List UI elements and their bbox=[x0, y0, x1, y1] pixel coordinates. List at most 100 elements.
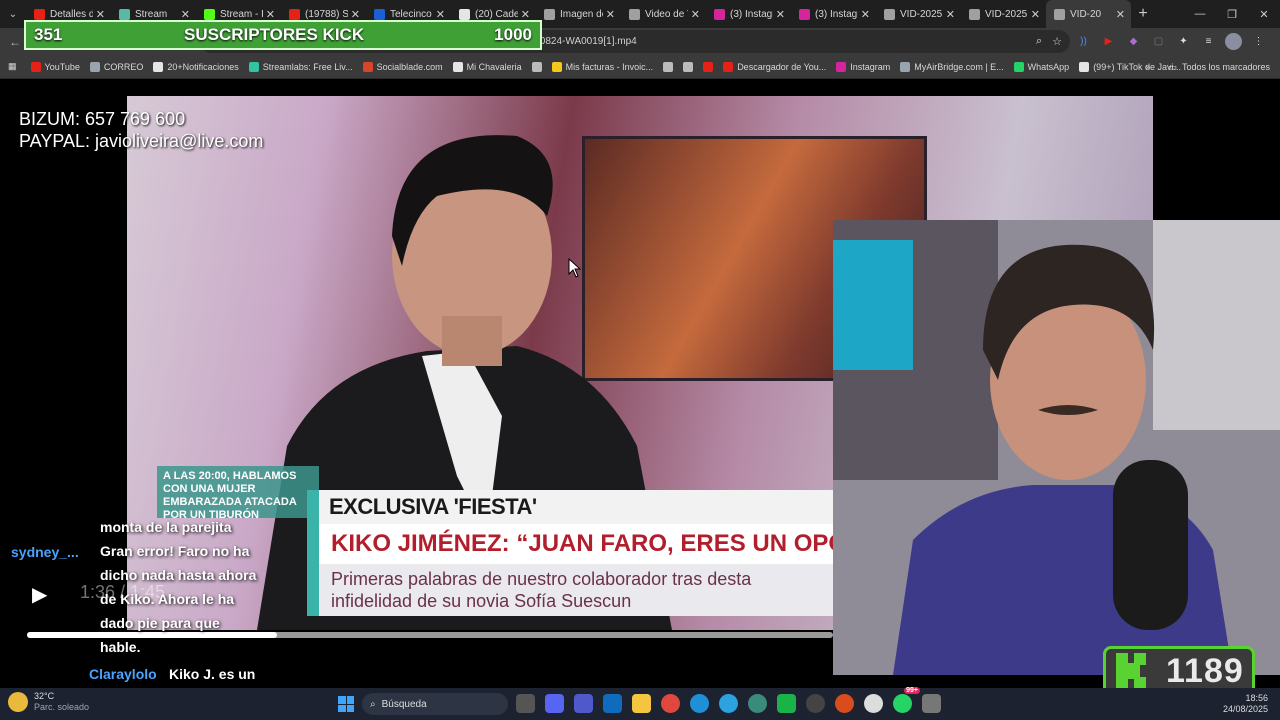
browser-tab[interactable]: Imagen de ✕ bbox=[536, 0, 621, 28]
tab-close-icon[interactable]: ✕ bbox=[96, 8, 105, 21]
app-icon[interactable] bbox=[835, 694, 854, 713]
outlook-icon[interactable] bbox=[603, 694, 622, 713]
tab-close-icon[interactable]: ✕ bbox=[1116, 8, 1125, 21]
mouse-cursor-icon bbox=[568, 258, 582, 278]
bookmark-label: Instagram bbox=[850, 61, 891, 72]
zoom-icon[interactable]: ⌕ bbox=[1036, 35, 1042, 48]
tab-close-icon[interactable]: ✕ bbox=[521, 8, 530, 21]
teams-icon[interactable] bbox=[574, 694, 593, 713]
extension-youtube-icon[interactable]: ▶ bbox=[1100, 33, 1117, 50]
chat-message-line: hable. bbox=[100, 639, 141, 655]
capcut-icon[interactable] bbox=[777, 694, 796, 713]
kick-logo-icon bbox=[1116, 653, 1146, 689]
restore-icon[interactable]: ❐ bbox=[1216, 0, 1248, 28]
discord-icon[interactable] bbox=[545, 694, 564, 713]
tab-close-icon[interactable]: ✕ bbox=[436, 8, 445, 21]
extension-icon[interactable]: ▢ bbox=[1150, 33, 1167, 50]
tab-close-icon[interactable]: ✕ bbox=[181, 8, 190, 21]
bookmark-item[interactable]: YouTube bbox=[30, 61, 80, 72]
tab-close-icon[interactable]: ✕ bbox=[266, 8, 275, 21]
close-window-icon[interactable]: ✕ bbox=[1248, 0, 1280, 28]
tab-favicon-icon bbox=[374, 8, 385, 20]
tab-favicon-icon bbox=[119, 8, 130, 20]
apps-icon[interactable]: ▦ bbox=[8, 61, 17, 72]
media-icon[interactable]: ≡ bbox=[1200, 33, 1217, 50]
bookmark-item[interactable]: MyAirBridge.com | E... bbox=[900, 61, 1004, 72]
browser-tab[interactable]: VID-2025 ✕ bbox=[876, 0, 961, 28]
back-icon[interactable]: ← bbox=[4, 35, 26, 49]
chevron-right-icon[interactable]: » bbox=[1145, 62, 1150, 72]
edge-icon[interactable] bbox=[690, 694, 709, 713]
telegram-icon[interactable] bbox=[719, 694, 738, 713]
app-icon[interactable] bbox=[806, 694, 825, 713]
browser-tab[interactable]: (3) Instagr ✕ bbox=[791, 0, 876, 28]
bookmark-label: Descargador de You... bbox=[737, 61, 827, 72]
bookmark-star-icon[interactable]: ☆ bbox=[1052, 35, 1062, 48]
whatsapp-icon[interactable]: 99+ bbox=[893, 687, 920, 713]
bookmark-favicon-icon bbox=[452, 61, 463, 72]
chrome-icon[interactable] bbox=[661, 694, 680, 713]
task-view-icon[interactable] bbox=[516, 694, 535, 713]
chat-message-line: de Kiko. Ahora le ha bbox=[100, 591, 235, 607]
file-explorer-icon[interactable] bbox=[632, 694, 651, 713]
bookmark-favicon-icon bbox=[153, 61, 164, 72]
chat-message-line: Kiko J. es un bbox=[169, 666, 256, 682]
bookmark-favicon-icon bbox=[362, 61, 373, 72]
browser-tab[interactable]: VID-20 ✕ bbox=[1046, 0, 1131, 28]
bookmark-item[interactable] bbox=[663, 61, 677, 72]
tab-favicon-icon bbox=[289, 8, 300, 20]
tab-favicon-icon bbox=[544, 8, 555, 20]
bookmark-item[interactable]: Streamlabs: Free Liv... bbox=[248, 61, 353, 72]
app-icon[interactable] bbox=[748, 694, 767, 713]
bookmark-item[interactable] bbox=[531, 61, 546, 72]
windows-taskbar: 32°C Parc. soleado ⌕ Búsqueda 99+ 18:56 … bbox=[0, 687, 1280, 720]
bookmark-item[interactable]: WhatsApp bbox=[1013, 61, 1069, 72]
browser-tab[interactable]: (3) Instagr ✕ bbox=[706, 0, 791, 28]
app-icon[interactable] bbox=[922, 694, 941, 713]
all-bookmarks[interactable]: » ▭ Todos los marcadores bbox=[1145, 55, 1270, 79]
tab-title: VID-2025 bbox=[985, 8, 1028, 20]
weather-widget[interactable]: 32°C Parc. soleado bbox=[8, 691, 89, 713]
browser-tab[interactable]: VID-2025 ✕ bbox=[961, 0, 1046, 28]
bookmark-item[interactable]: 20+Notificaciones bbox=[153, 61, 239, 72]
bookmark-item[interactable]: Mi Chavaleria bbox=[452, 61, 522, 72]
profile-avatar[interactable] bbox=[1225, 33, 1242, 50]
tab-close-icon[interactable]: ✕ bbox=[1031, 8, 1040, 21]
bookmark-item[interactable]: CORREO bbox=[89, 61, 143, 72]
taskbar-search[interactable]: ⌕ Búsqueda bbox=[362, 693, 508, 715]
extension-icon[interactable]: )) bbox=[1075, 33, 1092, 50]
bookmark-item[interactable] bbox=[683, 61, 697, 72]
minimize-icon[interactable]: — bbox=[1184, 0, 1216, 28]
tab-close-icon[interactable]: ✕ bbox=[861, 8, 870, 21]
tab-search-icon[interactable]: ⌄ bbox=[0, 0, 26, 28]
tab-close-icon[interactable]: ✕ bbox=[606, 8, 615, 21]
tab-close-icon[interactable]: ✕ bbox=[946, 8, 955, 21]
weather-icon bbox=[8, 692, 28, 712]
taskbar-apps: 99+ bbox=[516, 687, 941, 713]
bookmark-item[interactable]: Mis facturas - Invoic... bbox=[551, 61, 653, 72]
bookmark-item[interactable]: Descargador de You... bbox=[723, 61, 827, 72]
app-icon[interactable] bbox=[864, 694, 883, 713]
start-windows-icon[interactable] bbox=[338, 696, 354, 712]
paypal-text: PAYPAL: javioliveira@live.com bbox=[19, 131, 264, 151]
bookmark-item[interactable]: Socialblade.com bbox=[362, 61, 443, 72]
bookmark-label: MyAirBridge.com | E... bbox=[914, 61, 1004, 72]
bizum-text: BIZUM: 657 769 600 bbox=[19, 109, 186, 129]
browser-tab[interactable]: Video de Y✕ bbox=[621, 0, 706, 28]
bookmark-item[interactable]: Instagram bbox=[836, 61, 891, 72]
kick-count: 1189 bbox=[1166, 651, 1244, 690]
tab-favicon-icon bbox=[629, 8, 640, 20]
new-tab-button[interactable]: + bbox=[1131, 5, 1155, 23]
search-label: Búsqueda bbox=[381, 698, 427, 710]
extension-icon[interactable]: ◆ bbox=[1125, 33, 1142, 50]
menu-icon[interactable]: ⋮ bbox=[1250, 33, 1267, 50]
play-icon[interactable]: ▶ bbox=[32, 582, 47, 607]
tab-close-icon[interactable]: ✕ bbox=[351, 8, 360, 21]
extensions-puzzle-icon[interactable]: ✦ bbox=[1175, 33, 1192, 50]
bookmark-favicon-icon bbox=[89, 61, 100, 72]
system-clock[interactable]: 18:56 24/08/2025 bbox=[1223, 693, 1268, 715]
tab-close-icon[interactable]: ✕ bbox=[776, 8, 785, 21]
news-lower-third: A LAS 20:00, HABLAMOS CON UNA MUJER EMBA… bbox=[157, 466, 833, 626]
bookmark-item[interactable] bbox=[703, 61, 717, 72]
tab-close-icon[interactable]: ✕ bbox=[691, 8, 700, 21]
